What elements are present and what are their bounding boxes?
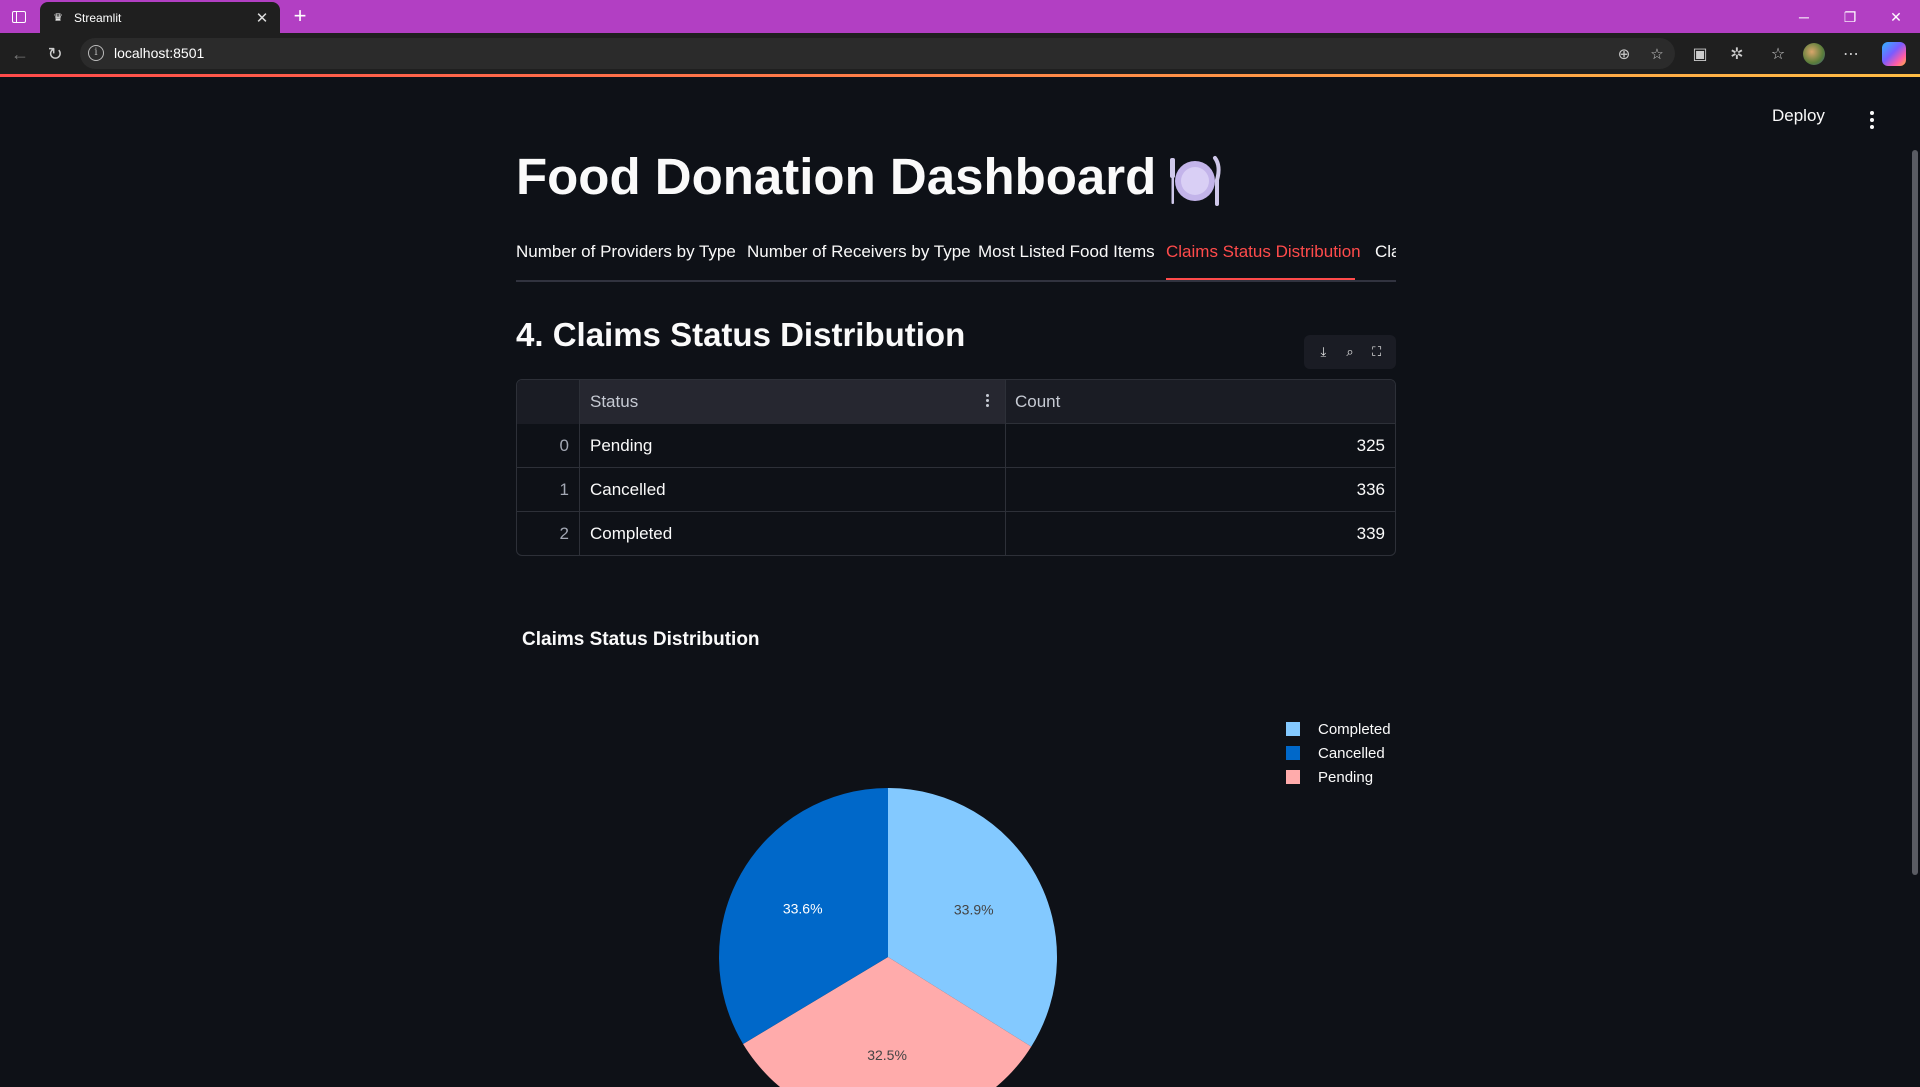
count-cell[interactable]: 325 <box>1006 424 1395 468</box>
close-tab-icon[interactable]: ✕ <box>252 8 272 28</box>
index-header <box>517 380 580 424</box>
tab-most-listed-food-items[interactable]: Most Listed Food Items <box>978 242 1155 262</box>
column-menu-icon[interactable] <box>983 394 991 412</box>
pie-label-pending: 32.5% <box>867 1047 907 1063</box>
restore-icon[interactable]: ❐ <box>1827 4 1873 30</box>
column-header-status[interactable]: Status <box>580 380 1006 424</box>
legend-swatch <box>1286 746 1300 760</box>
legend-item-cancelled[interactable]: Cancelled <box>1286 741 1406 765</box>
profile-avatar[interactable] <box>1803 43 1825 65</box>
chart-title: Claims Status Distribution <box>522 629 760 650</box>
count-cell[interactable]: 339 <box>1006 512 1395 555</box>
legend-label: Cancelled <box>1318 744 1385 762</box>
column-header-count[interactable]: Count <box>1006 380 1395 424</box>
favorites-icon[interactable]: ☆ <box>1765 41 1791 67</box>
plate-with-cutlery-icon <box>1170 156 1221 206</box>
browser-tab-bar: ♛ Streamlit ✕ + ─ ❐ ✕ <box>0 0 1920 33</box>
fullscreen-icon[interactable]: ⛶ <box>1366 341 1388 363</box>
table-row[interactable]: 0 Pending 325 <box>517 424 1395 468</box>
back-icon[interactable]: ← <box>7 41 33 67</box>
legend-item-pending[interactable]: Pending <box>1286 765 1406 789</box>
table-row[interactable]: 2 Completed 339 <box>517 512 1395 555</box>
chart-legend: Completed Cancelled Pending <box>1286 717 1406 789</box>
count-cell[interactable]: 336 <box>1006 468 1395 512</box>
legend-swatch <box>1286 770 1300 784</box>
row-index: 1 <box>517 468 580 512</box>
row-index: 2 <box>517 512 580 555</box>
legend-label: Pending <box>1318 768 1374 786</box>
download-icon[interactable]: ⤓ <box>1312 341 1334 363</box>
page-scrollbar[interactable] <box>1912 150 1918 875</box>
deploy-button[interactable]: Deploy <box>1772 106 1825 134</box>
tab-title: Streamlit <box>74 10 122 25</box>
main-menu-icon[interactable] <box>1862 106 1882 134</box>
legend-item-completed[interactable]: Completed <box>1286 717 1406 741</box>
close-window-icon[interactable]: ✕ <box>1873 4 1919 30</box>
table-header-row: Status Count <box>517 380 1395 424</box>
url-text[interactable]: localhost:8501 <box>114 45 204 61</box>
streamlit-favicon-icon: ♛ <box>53 12 63 24</box>
tab-claims-truncated[interactable]: Cla <box>1375 242 1396 262</box>
tab-claims-status-distribution[interactable]: Claims Status Distribution <box>1166 242 1361 262</box>
browser-toolbar: ← ↻ i localhost:8501 ⊕ ☆ ▣ ✲ ☆ ⋯ <box>0 33 1920 74</box>
tab-receivers-by-type[interactable]: Number of Receivers by Type <box>747 242 971 262</box>
status-cell[interactable]: Cancelled <box>580 468 1006 512</box>
site-info-icon[interactable]: i <box>88 45 104 61</box>
page-title: Food Donation Dashboard <box>516 148 1157 205</box>
pie-chart[interactable]: 33.9% 32.5% 33.6% <box>516 657 1396 1087</box>
dataframe[interactable]: Status Count 0 Pending 325 1 Cancelled 3… <box>516 379 1396 556</box>
new-tab-icon[interactable]: + <box>288 5 312 29</box>
favorite-star-icon[interactable]: ☆ <box>1646 43 1668 65</box>
legend-swatch <box>1286 722 1300 736</box>
streamlit-top-decoration <box>0 74 1920 77</box>
minimize-icon[interactable]: ─ <box>1781 4 1827 30</box>
address-bar[interactable]: i localhost:8501 ⊕ ☆ <box>80 38 1675 69</box>
more-menu-icon[interactable]: ⋯ <box>1838 41 1864 67</box>
tab-providers-by-type[interactable]: Number of Providers by Type <box>516 242 736 262</box>
tab-search-icon[interactable]: ▣ <box>1687 41 1713 67</box>
zoom-icon[interactable]: ⊕ <box>1613 43 1635 65</box>
tab-actions-icon[interactable] <box>8 7 30 27</box>
refresh-icon[interactable]: ↻ <box>42 41 68 67</box>
extensions-icon[interactable]: ✲ <box>1724 41 1750 67</box>
table-row[interactable]: 1 Cancelled 336 <box>517 468 1395 512</box>
active-tab-indicator <box>1166 278 1355 280</box>
section-title: 4. Claims Status Distribution <box>516 316 966 353</box>
row-index: 0 <box>517 424 580 468</box>
tab-list: Number of Providers by Type Number of Re… <box>516 234 1396 282</box>
copilot-icon[interactable] <box>1882 42 1906 66</box>
legend-label: Completed <box>1318 720 1391 738</box>
pie-label-cancelled: 33.6% <box>783 901 823 917</box>
pie-label-completed: 33.9% <box>954 902 994 918</box>
status-cell[interactable]: Pending <box>580 424 1006 468</box>
status-cell[interactable]: Completed <box>580 512 1006 555</box>
browser-tab[interactable]: ♛ Streamlit ✕ <box>40 2 280 33</box>
dataframe-toolbar: ⤓ ⌕ ⛶ <box>1304 335 1396 369</box>
search-icon[interactable]: ⌕ <box>1339 341 1361 363</box>
